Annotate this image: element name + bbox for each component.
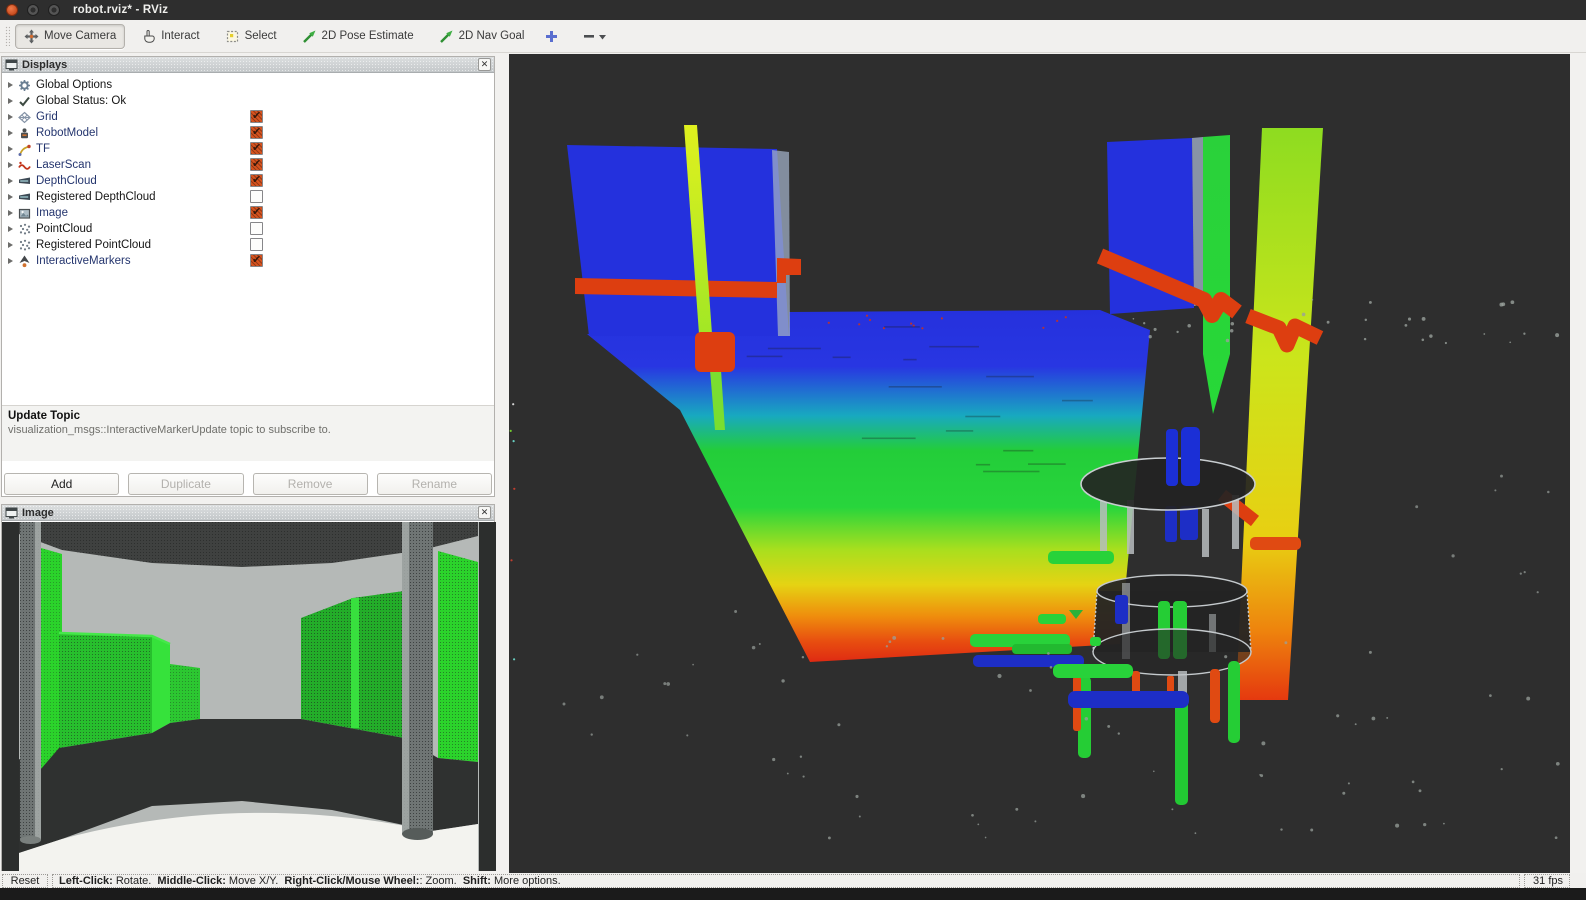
display-enabled-checkbox[interactable]	[250, 222, 263, 235]
expand-arrow-icon[interactable]	[6, 113, 15, 122]
displays-panel-titlebar[interactable]: Displays ✕	[2, 57, 494, 73]
display-enabled-checkbox[interactable]	[250, 174, 263, 187]
display-enabled-checkbox[interactable]	[250, 110, 263, 123]
image-panel-title: Image	[22, 507, 54, 519]
depthcloud-icon	[18, 191, 31, 204]
toolbar: Move Camera Interact Select 2D Pose Esti…	[0, 20, 1586, 53]
pointcloud-icon	[18, 223, 31, 236]
help-segment: Middle-Click: Move X/Y.	[157, 875, 284, 887]
image-panel-close-icon[interactable]: ✕	[478, 506, 491, 519]
window-close-button[interactable]	[6, 4, 18, 16]
add-tool-button[interactable]	[544, 29, 559, 44]
display-item-grid[interactable]: Grid	[2, 109, 494, 125]
rename-button: Rename	[377, 473, 492, 495]
help-segment: Right-Click/Mouse Wheel:: Zoom.	[284, 875, 462, 887]
expand-arrow-icon[interactable]	[6, 225, 15, 234]
display-enabled-checkbox[interactable]	[250, 126, 263, 139]
duplicate-button: Duplicate	[128, 473, 243, 495]
display-item-registered-depthcloud[interactable]: Registered DepthCloud	[2, 189, 494, 205]
laser-icon	[18, 159, 31, 172]
tool-select[interactable]: Select	[216, 24, 286, 49]
expand-arrow-icon[interactable]	[6, 145, 15, 154]
displays-tree: Global Options Global Status: Ok Grid	[2, 74, 494, 406]
expand-arrow-icon[interactable]	[6, 161, 15, 170]
tool-interact[interactable]: Interact	[132, 24, 208, 49]
displays-panel: Displays ✕ Global Options Global Status:…	[1, 56, 495, 497]
display-item-interactivemarkers[interactable]: InteractiveMarkers	[2, 253, 494, 269]
image-panel: Image ✕	[1, 504, 495, 871]
image-panel-titlebar[interactable]: Image ✕	[2, 505, 494, 521]
window-minimize-button[interactable]	[27, 4, 39, 16]
gear-icon	[18, 79, 31, 92]
robot-icon	[18, 127, 31, 140]
panel-window-icon	[5, 58, 18, 71]
help-segment: Left-Click: Rotate.	[59, 875, 157, 887]
interact-icon	[141, 29, 156, 44]
grid-icon	[18, 111, 31, 124]
displays-button-row: Add Duplicate Remove Rename	[4, 473, 492, 495]
help-title: Update Topic	[8, 410, 488, 422]
display-enabled-checkbox[interactable]	[250, 254, 263, 267]
nav-goal-icon	[439, 29, 454, 44]
depthcloud-left-wall	[567, 145, 790, 336]
toolbar-tools: Move Camera Interact Select 2D Pose Esti…	[15, 24, 540, 49]
display-item-robotmodel[interactable]: RobotModel	[2, 125, 494, 141]
remove-button: Remove	[253, 473, 368, 495]
display-enabled-checkbox[interactable]	[250, 190, 263, 203]
display-item-pointcloud[interactable]: PointCloud	[2, 221, 494, 237]
display-item-image[interactable]: Image	[2, 205, 494, 221]
pose-estimate-icon	[302, 29, 317, 44]
marker-icon	[18, 255, 31, 268]
mouse-help-text: Left-Click: Rotate. Middle-Click: Move X…	[52, 874, 1520, 888]
tool-2d-pose-estimate[interactable]: 2D Pose Estimate	[293, 24, 423, 49]
3d-viewport[interactable]	[509, 54, 1570, 873]
displays-panel-title: Displays	[22, 59, 67, 71]
check-icon	[18, 95, 31, 108]
panel-window-icon	[5, 506, 18, 519]
image-icon	[18, 207, 31, 220]
bottom-strip	[0, 888, 1586, 900]
help-description: visualization_msgs::InteractiveMarkerUpd…	[8, 424, 488, 436]
display-enabled-checkbox[interactable]	[250, 142, 263, 155]
expand-arrow-icon[interactable]	[6, 81, 15, 90]
reset-button[interactable]: Reset	[2, 874, 48, 888]
window-maximize-button[interactable]	[48, 4, 60, 16]
tool-2d-nav-goal[interactable]: 2D Nav Goal	[430, 24, 534, 49]
display-item-global-options[interactable]: Global Options	[2, 77, 494, 93]
move-camera-icon	[24, 29, 39, 44]
display-item-laserscan[interactable]: LaserScan	[2, 157, 494, 173]
expand-arrow-icon[interactable]	[6, 177, 15, 186]
displays-panel-close-icon[interactable]: ✕	[478, 58, 491, 71]
tool-move-camera[interactable]: Move Camera	[15, 24, 125, 49]
statusbar: Reset Left-Click: Rotate. Middle-Click: …	[0, 873, 1586, 888]
window-titlebar[interactable]: robot.rviz* - RViz	[0, 0, 1586, 20]
add-button[interactable]: Add	[4, 473, 119, 495]
display-enabled-checkbox[interactable]	[250, 238, 263, 251]
expand-arrow-icon[interactable]	[6, 209, 15, 218]
display-item-registered-pointcloud[interactable]: Registered PointCloud	[2, 237, 494, 253]
select-icon	[225, 29, 240, 44]
selected-display-help: Update Topic visualization_msgs::Interac…	[2, 405, 494, 461]
toolbar-drag-handle[interactable]	[5, 26, 10, 46]
fps-counter: 31 fps	[1524, 874, 1570, 888]
display-enabled-checkbox[interactable]	[250, 206, 263, 219]
axes-icon	[18, 143, 31, 156]
depthcloud-icon	[18, 175, 31, 188]
pointcloud-icon	[18, 239, 31, 252]
display-item-global-status-ok[interactable]: Global Status: Ok	[2, 93, 494, 109]
display-enabled-checkbox[interactable]	[250, 158, 263, 171]
remove-tool-button[interactable]	[583, 29, 607, 44]
display-item-depthcloud[interactable]: DepthCloud	[2, 173, 494, 189]
window-title: robot.rviz* - RViz	[73, 4, 168, 16]
expand-arrow-icon[interactable]	[6, 257, 15, 266]
help-segment: Shift: More options.	[463, 875, 561, 887]
expand-arrow-icon[interactable]	[6, 97, 15, 106]
display-item-tf[interactable]: TF	[2, 141, 494, 157]
camera-image-view	[2, 522, 496, 874]
expand-arrow-icon[interactable]	[6, 241, 15, 250]
expand-arrow-icon[interactable]	[6, 193, 15, 202]
expand-arrow-icon[interactable]	[6, 129, 15, 138]
